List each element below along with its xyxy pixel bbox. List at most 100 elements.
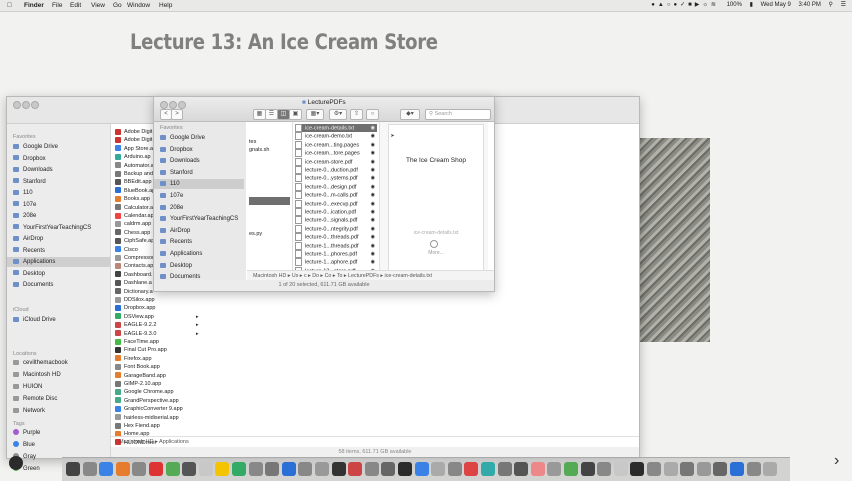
app-item-hairless-midiserial-app[interactable]: hairless-midiserial.app — [115, 414, 179, 422]
menu-list-icon[interactable]: ☰ — [841, 2, 846, 8]
sidebar-item-107e[interactable]: 107e — [13, 200, 109, 210]
folder-row[interactable] — [249, 205, 290, 213]
zoom-button[interactable] — [178, 101, 186, 109]
sidebar-tag-purple[interactable]: Purple — [13, 428, 109, 438]
dock-app-icon[interactable] — [696, 462, 711, 476]
file-row[interactable]: lecture-1...phores.pdf ◉ — [295, 250, 377, 258]
sidebar-item-dropbox[interactable]: Dropbox — [160, 145, 246, 155]
dock-app-icon[interactable] — [580, 462, 595, 476]
dock-app-icon[interactable] — [66, 462, 80, 476]
file-row[interactable]: lecture-0...signals.pdf ◉ — [295, 216, 377, 225]
sidebar-item-yourfirstyearteachingcs[interactable]: YourFirstYearTeachingCS — [160, 214, 246, 224]
zoom-button[interactable] — [31, 101, 39, 109]
dropbox-icon[interactable]: ◆▾ — [400, 109, 420, 120]
app-item-contacts-ap[interactable]: Contacts.ap — [115, 262, 153, 270]
menu-edit[interactable]: Edit — [70, 0, 81, 11]
dock-app-icon[interactable] — [115, 462, 130, 476]
app-item-chess-app[interactable]: Chess.app — [115, 229, 150, 237]
sidebar-item-desktop[interactable]: Desktop — [160, 261, 246, 271]
app-item-ddsilox-app[interactable]: DDSilox.app — [115, 296, 155, 304]
sidebar-item-downloads[interactable]: Downloads — [160, 156, 246, 166]
sidebar-item-network[interactable]: Network — [13, 406, 109, 416]
app-item-final-cut-pro-app[interactable]: Final Cut Pro.app — [115, 346, 167, 354]
menu-file[interactable]: File — [52, 0, 62, 11]
dock-app-icon[interactable] — [149, 462, 163, 476]
dock-app-icon[interactable] — [215, 462, 230, 476]
app-item-graphicconverter-9-app[interactable]: GraphicConverter 9.app — [115, 405, 183, 413]
sidebar-item-recents[interactable]: Recents — [13, 246, 109, 256]
sidebar-item-downloads[interactable]: Downloads — [13, 165, 109, 175]
more-icon[interactable] — [430, 240, 438, 248]
forward-button[interactable]: > — [171, 109, 183, 120]
sidebar-item-icloud-drive[interactable]: iCloud Drive — [13, 315, 109, 325]
dock-app-icon[interactable] — [730, 462, 744, 476]
sidebar-item-yourfirstyearteachingcs[interactable]: YourFirstYearTeachingCS — [13, 223, 109, 233]
folder-row[interactable] — [249, 155, 290, 163]
app-item-gimp-2-10-app[interactable]: GIMP-2.10.app — [115, 380, 161, 388]
dock-app-icon[interactable] — [746, 462, 761, 476]
dock-app-icon[interactable] — [680, 462, 695, 476]
folder-row[interactable]: es.py — [249, 230, 290, 238]
dock-app-icon[interactable] — [464, 462, 479, 476]
sidebar-item-applications[interactable]: Applications — [160, 249, 246, 259]
dock-app-icon[interactable] — [414, 462, 429, 476]
finder-window-lecturepdfs[interactable]: ■ LecturePDFs < > ▦ ☰ ◫ ▣ ▦▾ ⚙▾ ⇧ ○ ◆▾ ⚲… — [153, 96, 495, 292]
app-item-calendar-ap[interactable]: Calendar.ap — [115, 212, 154, 220]
sidebar-item-cevilthemacbook[interactable]: cevilthemacbook — [13, 358, 109, 368]
app-item-calculator-a[interactable]: Calculator.a — [115, 204, 153, 212]
file-row[interactable]: ice-cream...ting.pages ◉ — [295, 140, 377, 149]
folder-row[interactable] — [249, 196, 290, 206]
dock-app-icon[interactable] — [198, 462, 213, 476]
file-row[interactable]: lecture-1...threads.pdf ◉ — [295, 241, 377, 250]
dock-app-icon[interactable] — [298, 462, 313, 476]
action-gear-icon[interactable]: ⚙▾ — [329, 109, 347, 120]
app-item-eagle-9-3-0[interactable]: EAGLE-9.3.0 — [115, 330, 156, 338]
app-item-hex-fiend-app[interactable]: Hex Fiend.app — [115, 422, 160, 430]
sidebar-item-airdrop[interactable]: AirDrop — [13, 234, 109, 244]
file-row[interactable]: lecture-0...ystems.pdf ◉ — [295, 174, 377, 183]
battery-percent[interactable]: 100% — [727, 2, 742, 8]
file-row[interactable]: lecture-1...aphore.pdf ◉ — [295, 258, 377, 267]
menu-help[interactable]: Help — [159, 0, 172, 11]
dock-app-icon[interactable] — [182, 462, 197, 476]
apple-icon[interactable]:  — [7, 0, 12, 11]
sidebar-item-desktop[interactable]: Desktop — [13, 269, 109, 279]
dock-app-icon[interactable] — [497, 462, 512, 476]
search-input[interactable]: ⚲ Search — [425, 109, 491, 120]
dock-app-icon[interactable] — [647, 462, 661, 476]
sidebar-item-recents[interactable]: Recents — [160, 237, 246, 247]
sidebar-item-208e[interactable]: 208e — [160, 203, 246, 213]
view-gallery-icon[interactable]: ▣ — [289, 109, 302, 120]
sidebar-item-airdrop[interactable]: AirDrop — [160, 226, 246, 236]
dock-app-icon[interactable] — [398, 462, 412, 476]
sidebar-item-107e[interactable]: 107e — [160, 191, 246, 201]
folder-row[interactable]: tes — [249, 138, 290, 146]
dock-app-icon[interactable] — [82, 462, 97, 476]
folder-row[interactable] — [249, 222, 290, 230]
sidebar-item-208e[interactable]: 208e — [13, 211, 109, 221]
dock-app-icon[interactable] — [613, 462, 628, 476]
sidebar-item-google-drive[interactable]: Google Drive — [160, 133, 246, 143]
sidebar-item-google-drive[interactable]: Google Drive — [13, 142, 109, 152]
dock-app-icon[interactable] — [663, 462, 678, 476]
sidebar-item-dropbox[interactable]: Dropbox — [13, 154, 109, 164]
dock-app-icon[interactable] — [447, 462, 462, 476]
dock-app-icon[interactable] — [364, 462, 379, 476]
dock-app-icon[interactable] — [564, 462, 578, 476]
sidebar-item-remote-disc[interactable]: Remote Disc — [13, 394, 109, 404]
app-item-compressor[interactable]: Compressor — [115, 254, 154, 262]
minimize-button[interactable] — [22, 101, 30, 109]
dock-app-icon[interactable] — [381, 462, 396, 476]
expand-arrow-icon[interactable]: ▸ — [196, 313, 199, 321]
status-icons[interactable]: ●▲○●✓■▶☼≋ — [651, 2, 719, 8]
app-item-adobe-digit[interactable]: Adobe Digit — [115, 136, 152, 144]
app-item-dictionary-a[interactable]: Dictionary.a — [115, 288, 153, 296]
clock-date[interactable]: Wed May 9 — [761, 2, 791, 8]
share-icon[interactable]: ⇧ — [350, 109, 363, 120]
dock-app-icon[interactable] — [713, 462, 728, 476]
file-row[interactable]: lecture-0...ication.pdf ◉ — [295, 208, 377, 216]
app-item-google-chrome-app[interactable]: Google Chrome.app — [115, 388, 174, 396]
sidebar-item-stanford[interactable]: Stanford — [13, 177, 109, 187]
dock-app-icon[interactable] — [547, 462, 562, 476]
file-row[interactable]: lecture-0...duction.pdf ◉ — [295, 166, 377, 174]
